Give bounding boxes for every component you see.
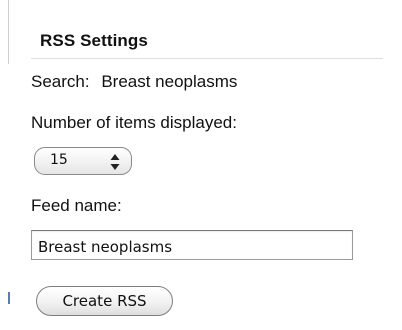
- feed-name-label: Feed name:: [31, 196, 122, 215]
- items-count-value: 15: [50, 152, 68, 168]
- left-edge-marker: [8, 292, 10, 304]
- items-count-select[interactable]: 15: [34, 147, 132, 175]
- title-divider: [31, 58, 383, 59]
- search-value: Breast neoplasms: [101, 72, 238, 91]
- search-label: Search:: [31, 72, 90, 91]
- feed-name-input[interactable]: [31, 230, 353, 260]
- panel-title: RSS Settings: [40, 31, 148, 50]
- rss-settings-panel: RSS Settings Search: Breast neoplasms Nu…: [31, 0, 391, 330]
- create-rss-button[interactable]: Create RSS: [36, 286, 173, 316]
- items-count-label: Number of items displayed:: [31, 113, 237, 132]
- stepper-arrows-icon: [110, 154, 120, 170]
- search-summary: Search: Breast neoplasms: [31, 72, 237, 92]
- left-divider: [8, 0, 9, 64]
